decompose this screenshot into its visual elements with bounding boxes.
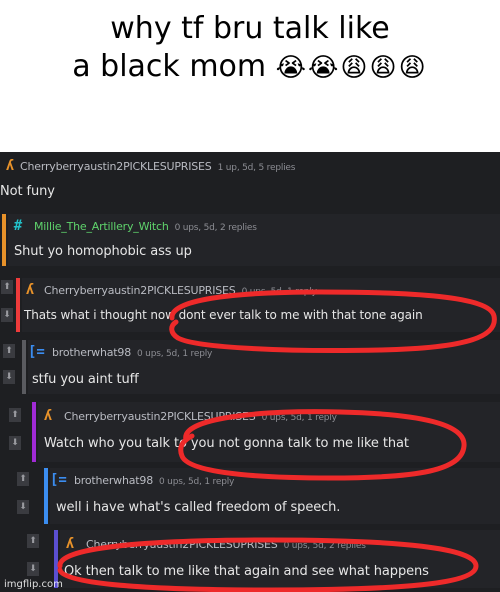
comment-meta: Millie_The_Artillery_Witch 0 ups, 5d, 2 r… [34, 220, 257, 233]
meme-caption: why tf bru talk like a black mom 😭😭😩😩😩 [0, 10, 500, 87]
comment-0: ʎ Cherryberryaustin2PICKLESUPRISES 1 up, … [0, 152, 500, 210]
downvote-arrow-icon[interactable]: ⬇ [1, 308, 13, 322]
comment-1: # Millie_The_Artillery_Witch 0 ups, 5d, 2… [0, 210, 500, 270]
comment-6: ⬆ ⬇ ʎ Cherryberryaustin2PICKLESUPRISES 0 … [0, 528, 500, 592]
comment-meta: Cherryberryaustin2PICKLESUPRISES 0 ups, 5… [64, 410, 337, 423]
comment-stats: 0 ups, 5d, 1 reply [159, 477, 235, 487]
comment-3: ⬆ ⬇ [= brotherwhat98 0 ups, 5d, 1 reply s… [0, 338, 500, 396]
comment-text: Watch who you talk to you not gonna talk… [44, 436, 409, 451]
blue-bracket-avatar-icon[interactable]: [= [28, 344, 45, 360]
orange-pixel-avatar-icon[interactable]: ʎ [22, 282, 38, 298]
upvote-arrow-icon[interactable]: ⬆ [1, 280, 13, 294]
comment-text: Not funy [0, 184, 55, 199]
comment-body: ʎ Cherryberryaustin2PICKLESUPRISES 0 ups,… [60, 530, 500, 588]
comment-body: ʎ Cherryberryaustin2PICKLESUPRISES 0 ups,… [38, 402, 500, 462]
comment-username[interactable]: Millie_The_Artillery_Witch [34, 220, 169, 233]
caption-line-2-text: a black mom [72, 49, 267, 84]
comment-meta: brotherwhat98 0 ups, 5d, 1 reply [52, 346, 212, 359]
comment-meta: Cherryberryaustin2PICKLESUPRISES 0 ups, 5… [86, 538, 366, 551]
downvote-arrow-icon[interactable]: ⬇ [9, 436, 21, 450]
vote-controls: ⬆ ⬇ [2, 340, 16, 394]
comment-body: # Millie_The_Artillery_Witch 0 ups, 5d, 2… [8, 214, 500, 266]
vote-controls: ⬆ ⬇ [8, 402, 22, 462]
upvote-arrow-icon[interactable]: ⬆ [27, 534, 39, 548]
vote-controls: ⬆ ⬇ [0, 278, 14, 332]
thread-bar [16, 278, 20, 332]
crying-emoji-icons: 😭😭😩😩😩 [275, 53, 428, 83]
comment-username[interactable]: Cherryberryaustin2PICKLESUPRISES [86, 538, 278, 551]
comment-stats: 1 up, 5d, 5 replies [217, 163, 296, 173]
comment-username[interactable]: Cherryberryaustin2PICKLESUPRISES [20, 160, 212, 173]
downvote-arrow-icon[interactable]: ⬇ [3, 370, 15, 384]
comment-meta: brotherwhat98 0 ups, 5d, 1 reply [74, 474, 234, 487]
thread-bar [22, 340, 26, 394]
downvote-arrow-icon[interactable]: ⬇ [17, 500, 29, 514]
comment-body: [= brotherwhat98 0 ups, 5d, 1 reply well … [50, 468, 500, 524]
comment-2: ⬆ ⬇ ʎ Cherryberryaustin2PICKLESUPRISES 0 … [0, 276, 500, 334]
comment-thread-screenshot: ʎ Cherryberryaustin2PICKLESUPRISES 1 up, … [0, 152, 500, 592]
comment-meta: Cherryberryaustin2PICKLESUPRISES 0 ups, 5… [44, 284, 317, 297]
comment-4: ⬆ ⬇ ʎ Cherryberryaustin2PICKLESUPRISES 0 … [0, 400, 500, 464]
upvote-arrow-icon[interactable]: ⬆ [9, 408, 21, 422]
teal-hash-avatar-icon[interactable]: # [10, 218, 26, 234]
comment-text: stfu you aint tuff [32, 372, 139, 387]
comment-username[interactable]: brotherwhat98 [74, 474, 153, 487]
comment-stats: 0 ups, 5d, 2 replies [283, 541, 366, 551]
imgflip-watermark: imgflip.com [4, 579, 63, 590]
caption-line-1: why tf bru talk like [110, 11, 390, 46]
comment-username[interactable]: Cherryberryaustin2PICKLESUPRISES [44, 284, 236, 297]
comment-text: Ok then talk to me like that again and s… [64, 564, 429, 579]
comment-stats: 0 ups, 5d, 1 reply [137, 349, 213, 359]
orange-pixel-avatar-icon[interactable]: ʎ [62, 536, 78, 552]
vote-controls: ⬆ ⬇ [16, 468, 30, 524]
caption-line-2: a black mom 😭😭😩😩😩 [0, 48, 500, 87]
comment-text: Shut yo homophobic ass up [14, 244, 192, 259]
comment-stats: 0 ups, 5d, 2 replies [174, 223, 257, 233]
comment-body: ʎ Cherryberryaustin2PICKLESUPRISES 0 ups,… [22, 278, 500, 332]
comment-stats: 0 ups, 5d, 1 reply [261, 413, 337, 423]
upvote-arrow-icon[interactable]: ⬆ [3, 344, 15, 358]
comment-stats: 0 ups, 5d, 1 reply [241, 287, 317, 297]
comment-text: well i have what's called freedom of spe… [56, 500, 341, 515]
blue-bracket-avatar-icon[interactable]: [= [50, 472, 67, 488]
comment-username[interactable]: Cherryberryaustin2PICKLESUPRISES [64, 410, 256, 423]
comment-body: [= brotherwhat98 0 ups, 5d, 1 reply stfu … [28, 340, 500, 394]
downvote-arrow-icon[interactable]: ⬇ [27, 562, 39, 576]
comment-username[interactable]: brotherwhat98 [52, 346, 131, 359]
comment-5: ⬆ ⬇ [= brotherwhat98 0 ups, 5d, 1 reply w… [0, 466, 500, 526]
thread-bar [44, 468, 48, 524]
thread-bar [32, 402, 36, 462]
orange-pixel-avatar-icon[interactable]: ʎ [2, 158, 18, 174]
orange-pixel-avatar-icon[interactable]: ʎ [40, 408, 56, 424]
comment-meta: Cherryberryaustin2PICKLESUPRISES 1 up, 5d… [20, 160, 295, 173]
thread-bar [2, 214, 6, 266]
upvote-arrow-icon[interactable]: ⬆ [17, 472, 29, 486]
comment-text: Thats what i thought now dont ever talk … [24, 308, 423, 322]
